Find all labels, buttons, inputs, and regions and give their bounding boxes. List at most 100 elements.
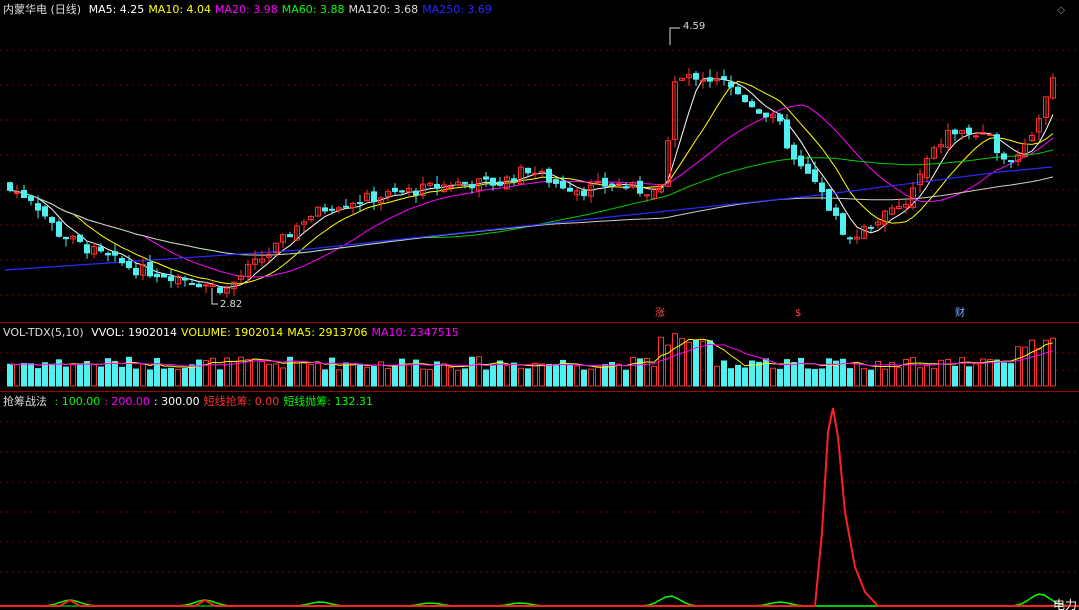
candle-body — [952, 129, 958, 135]
indicator-legend-item-3: 短线抢筹: 0.00 — [203, 395, 280, 408]
candle-body — [840, 213, 846, 235]
volume-header: VOL-TDX(5,10) VVOL: 1902014 VOLUME: 19020… — [3, 326, 467, 339]
volume-bar — [7, 363, 13, 387]
diamond-icon[interactable]: ◇ — [1057, 5, 1065, 16]
candle-body — [833, 207, 839, 216]
volume-bar — [343, 362, 349, 387]
volume-bar — [973, 363, 979, 387]
indicator-chart[interactable] — [0, 392, 1079, 610]
volume-bar — [476, 356, 482, 387]
candle-body — [462, 181, 468, 184]
candle-body — [644, 194, 650, 197]
ma10-line — [9, 80, 1054, 285]
volume-bar — [952, 365, 958, 387]
volume-bar — [175, 368, 181, 387]
volume-bar — [98, 366, 104, 387]
volume-bar — [245, 359, 251, 387]
price-chart-panel[interactable]: 内蒙华电 (日线) MA5: 4.25 MA10: 4.04 MA20: 3.98 M… — [0, 0, 1079, 323]
volume-legend-item-1: VOLUME: 1902014 — [181, 326, 284, 339]
volume-bar — [882, 368, 888, 387]
volume-bar — [777, 368, 783, 387]
volume-bar — [686, 341, 692, 387]
candle-body — [98, 246, 104, 252]
candle-body — [707, 77, 713, 82]
volume-bar — [812, 368, 818, 387]
volume-bar — [112, 361, 118, 387]
candle-body — [511, 178, 517, 182]
volume-legend-item-2: MA5: 2913706 — [287, 326, 368, 339]
volume-bar — [728, 368, 734, 387]
candle-body — [847, 237, 853, 240]
ma-legend-item-4: MA120: 3.68 — [348, 3, 419, 16]
volume-legend-item-3: MA10: 2347515 — [371, 326, 459, 339]
volume-bar — [511, 362, 517, 387]
candle-body — [28, 195, 34, 201]
volume-bar — [1015, 346, 1021, 387]
candle-body — [371, 191, 377, 203]
indicator-legend-item-1: : 200.00 — [104, 395, 150, 408]
ma-legend-item-3: MA60: 3.88 — [281, 3, 345, 16]
volume-bar — [266, 363, 272, 387]
candle-body — [357, 202, 363, 205]
indicator-legend-item-0: : 100.00 — [54, 395, 101, 408]
candle-body — [693, 73, 699, 80]
volume-bar — [910, 357, 916, 387]
candle-body — [553, 179, 559, 184]
volume-bar — [462, 368, 468, 387]
volume-bar — [231, 360, 237, 387]
volume-bar — [483, 369, 489, 387]
volume-bar — [581, 369, 587, 387]
candle-body — [735, 86, 741, 95]
indicator-panel[interactable]: 抢筹战法 : 100.00: 200.00: 300.00 短线抢筹: 0.00 短… — [0, 392, 1079, 610]
candle-body — [623, 186, 629, 189]
volume-bar — [35, 368, 41, 387]
event-marker-dividend[interactable]: $ — [795, 308, 801, 320]
candle-body — [154, 273, 160, 278]
volume-bar — [665, 344, 671, 387]
volume-title: VOL-TDX(5,10) — [3, 326, 84, 339]
volume-bar — [1008, 363, 1014, 387]
volume-bar — [679, 338, 685, 387]
volume-bar — [805, 368, 811, 387]
volume-bar — [350, 363, 356, 387]
volume-bar — [651, 365, 657, 387]
volume-bar — [154, 358, 160, 387]
candle-body — [546, 168, 552, 183]
volume-bar — [280, 367, 286, 387]
candle-body — [966, 127, 972, 135]
volume-bar — [546, 363, 552, 387]
candle-body — [112, 251, 118, 256]
sector-label: 电力 — [1052, 598, 1077, 610]
candle-body — [532, 172, 538, 175]
volume-bar — [623, 369, 629, 387]
indicator-header: 抢筹战法 : 100.00: 200.00: 300.00 短线抢筹: 0.00 短… — [3, 395, 381, 408]
short-sell-line — [0, 593, 1075, 607]
indicator-legend-item-2: : 300.00 — [153, 395, 200, 408]
candle-body — [721, 76, 727, 80]
candle-body — [84, 244, 90, 254]
candle-body — [784, 119, 790, 149]
volume-bar — [42, 362, 48, 387]
candle-body — [189, 283, 195, 286]
volume-bar — [1001, 362, 1007, 387]
volume-bar — [49, 363, 55, 387]
volume-ma10-line — [9, 343, 1054, 367]
volume-bar — [490, 364, 496, 387]
volume-bar — [161, 368, 167, 387]
candle-body — [567, 187, 573, 192]
candle-body — [637, 180, 643, 194]
event-marker-rise[interactable]: 涨 — [655, 308, 665, 320]
candle-body — [987, 134, 993, 137]
candle-body — [343, 205, 349, 208]
volume-bar — [525, 368, 531, 387]
ma20-line — [9, 104, 1054, 278]
price-chart[interactable] — [0, 0, 1079, 323]
volume-bar — [84, 361, 90, 387]
candle-body — [14, 192, 20, 195]
candle-body — [497, 181, 503, 186]
volume-panel[interactable]: VOL-TDX(5,10) VVOL: 1902014 VOLUME: 19020… — [0, 323, 1079, 392]
event-marker-finance[interactable]: 财 — [955, 308, 965, 320]
volume-bar — [140, 363, 146, 387]
volume-bar — [14, 364, 20, 387]
volume-bar — [259, 360, 265, 387]
